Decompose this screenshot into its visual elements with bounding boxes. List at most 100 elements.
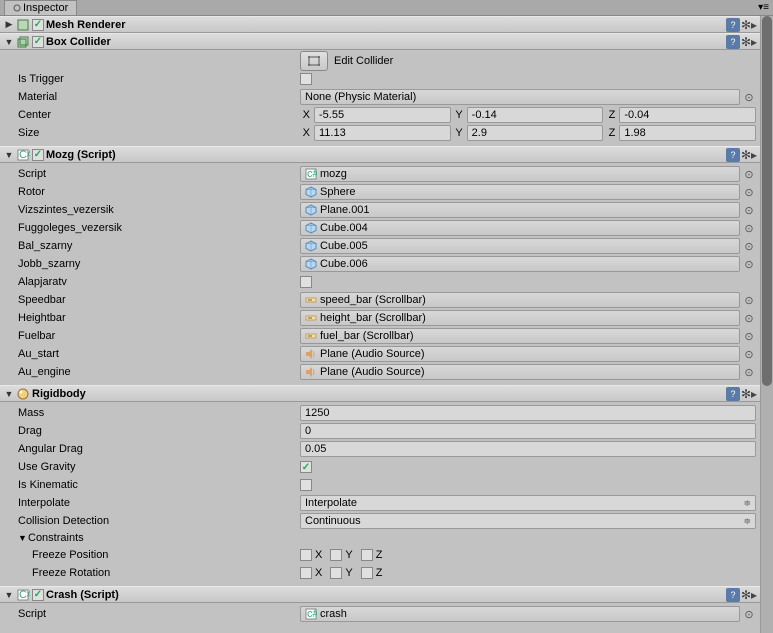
mozg-object-field[interactable]: Cube.004 [300, 220, 740, 236]
scroll-mini-icon [305, 330, 317, 342]
scroll-mini-icon [305, 312, 317, 324]
mozg-object-field[interactable]: c#mozg [300, 166, 740, 182]
script-mini-icon: c# [305, 608, 317, 620]
center-label: Center [4, 109, 300, 121]
freeze-rot-z[interactable] [361, 567, 373, 579]
object-picker-icon[interactable]: ⊙ [742, 311, 756, 325]
inspector-tab-label: Inspector [23, 2, 68, 14]
help-icon[interactable]: ? [726, 18, 740, 32]
foldout-icon[interactable]: ▼ [4, 37, 14, 47]
mozg-enable[interactable] [32, 149, 44, 161]
mozg-row-label: Alapjaratv [4, 276, 300, 288]
is-kinematic-checkbox[interactable] [300, 479, 312, 491]
drag-field[interactable]: 0 [300, 423, 756, 439]
freeze-pos-x[interactable] [300, 549, 312, 561]
help-icon[interactable]: ? [726, 588, 740, 602]
box-collider-header[interactable]: ▼ Box Collider ? ✻▸ [0, 33, 760, 50]
gear-icon[interactable]: ✻▸ [742, 387, 756, 401]
object-picker-icon[interactable]: ⊙ [742, 203, 756, 217]
object-picker-icon[interactable]: ⊙ [742, 90, 756, 104]
rigidbody-header[interactable]: ▼ Rigidbody ? ✻▸ [0, 385, 760, 402]
mozg-checkbox[interactable] [300, 276, 312, 288]
edit-collider-label: Edit Collider [334, 55, 393, 67]
cube-mini-icon [305, 204, 317, 216]
mozg-row-label: Vizszintes_vezersik [4, 204, 300, 216]
object-picker-icon[interactable]: ⊙ [742, 329, 756, 343]
mozg-row-label: Heightbar [4, 312, 300, 324]
crash-header[interactable]: ▼ C# Crash (Script) ? ✻▸ [0, 586, 760, 603]
foldout-icon[interactable]: ▼ [4, 389, 14, 399]
box-collider-enable[interactable] [32, 36, 44, 48]
freeze-rot-x[interactable] [300, 567, 312, 579]
crash-enable[interactable] [32, 589, 44, 601]
help-icon[interactable]: ? [726, 35, 740, 49]
gear-icon[interactable]: ✻▸ [742, 148, 756, 162]
gear-icon[interactable]: ✻▸ [742, 588, 756, 602]
edit-collider-button[interactable] [300, 51, 328, 71]
angular-drag-field[interactable]: 0.05 [300, 441, 756, 457]
object-picker-icon[interactable]: ⊙ [742, 607, 756, 621]
crash-script-field[interactable]: c# crash [300, 606, 740, 622]
object-picker-icon[interactable]: ⊙ [742, 221, 756, 235]
object-picker-icon[interactable]: ⊙ [742, 293, 756, 307]
size-x-field[interactable]: 11.13 [314, 125, 451, 141]
freeze-pos-y[interactable] [330, 549, 342, 561]
center-z-field[interactable]: -0.04 [619, 107, 756, 123]
inspector-tab[interactable]: Inspector [4, 0, 77, 15]
foldout-icon[interactable]: ▶ [4, 19, 14, 30]
mozg-row-label: Script [4, 168, 300, 180]
mozg-object-field[interactable]: speed_bar (Scrollbar) [300, 292, 740, 308]
mesh-renderer-header[interactable]: ▶ Mesh Renderer ? ✻▸ [0, 16, 760, 33]
size-z-field[interactable]: 1.98 [619, 125, 756, 141]
freeze-position-label: Freeze Position [4, 549, 300, 561]
constraints-foldout[interactable]: ▼Constraints [4, 530, 756, 546]
mozg-object-field[interactable]: Plane (Audio Source) [300, 346, 740, 362]
size-y-field[interactable]: 2.9 [467, 125, 604, 141]
collision-dropdown[interactable]: Continuous [300, 513, 756, 529]
mozg-object-field[interactable]: Plane (Audio Source) [300, 364, 740, 380]
size-label: Size [4, 127, 300, 139]
object-picker-icon[interactable]: ⊙ [742, 167, 756, 181]
freeze-rot-y[interactable] [330, 567, 342, 579]
interpolate-label: Interpolate [4, 497, 300, 509]
cs-mini-icon: c# [305, 168, 317, 180]
foldout-icon[interactable]: ▼ [4, 150, 14, 160]
use-gravity-checkbox[interactable] [300, 461, 312, 473]
interpolate-dropdown[interactable]: Interpolate [300, 495, 756, 511]
object-picker-icon[interactable]: ⊙ [742, 185, 756, 199]
is-trigger-checkbox[interactable] [300, 73, 312, 85]
scrollbar-thumb[interactable] [762, 16, 772, 386]
material-field[interactable]: None (Physic Material) [300, 89, 740, 105]
is-trigger-label: Is Trigger [4, 73, 300, 85]
object-picker-icon[interactable]: ⊙ [742, 239, 756, 253]
help-icon[interactable]: ? [726, 387, 740, 401]
script-icon: C# [16, 148, 30, 162]
gear-icon[interactable]: ✻▸ [742, 18, 756, 32]
foldout-icon[interactable]: ▼ [4, 590, 14, 600]
mozg-header[interactable]: ▼ C# Mozg (Script) ? ✻▸ [0, 146, 760, 163]
box-collider-icon [16, 35, 30, 49]
help-icon[interactable]: ? [726, 148, 740, 162]
cube-mini-icon [305, 258, 317, 270]
panel-menu[interactable]: ▾≡ [758, 2, 769, 13]
mesh-renderer-enable[interactable] [32, 19, 44, 31]
cube-mini-icon [305, 240, 317, 252]
object-picker-icon[interactable]: ⊙ [742, 365, 756, 379]
svg-text:C#: C# [19, 589, 30, 601]
center-y-field[interactable]: -0.14 [467, 107, 604, 123]
mozg-object-field[interactable]: fuel_bar (Scrollbar) [300, 328, 740, 344]
freeze-pos-z[interactable] [361, 549, 373, 561]
mass-field[interactable]: 1250 [300, 405, 756, 421]
mozg-object-field[interactable]: Cube.005 [300, 238, 740, 254]
mozg-object-field[interactable]: Plane.001 [300, 202, 740, 218]
cube-mini-icon [305, 186, 317, 198]
svg-text:c#: c# [307, 608, 317, 620]
mozg-object-field[interactable]: height_bar (Scrollbar) [300, 310, 740, 326]
center-x-field[interactable]: -5.55 [314, 107, 451, 123]
mozg-object-field[interactable]: Sphere [300, 184, 740, 200]
mozg-object-field[interactable]: Cube.006 [300, 256, 740, 272]
vertical-scrollbar[interactable] [760, 16, 773, 633]
gear-icon[interactable]: ✻▸ [742, 35, 756, 49]
object-picker-icon[interactable]: ⊙ [742, 347, 756, 361]
object-picker-icon[interactable]: ⊙ [742, 257, 756, 271]
